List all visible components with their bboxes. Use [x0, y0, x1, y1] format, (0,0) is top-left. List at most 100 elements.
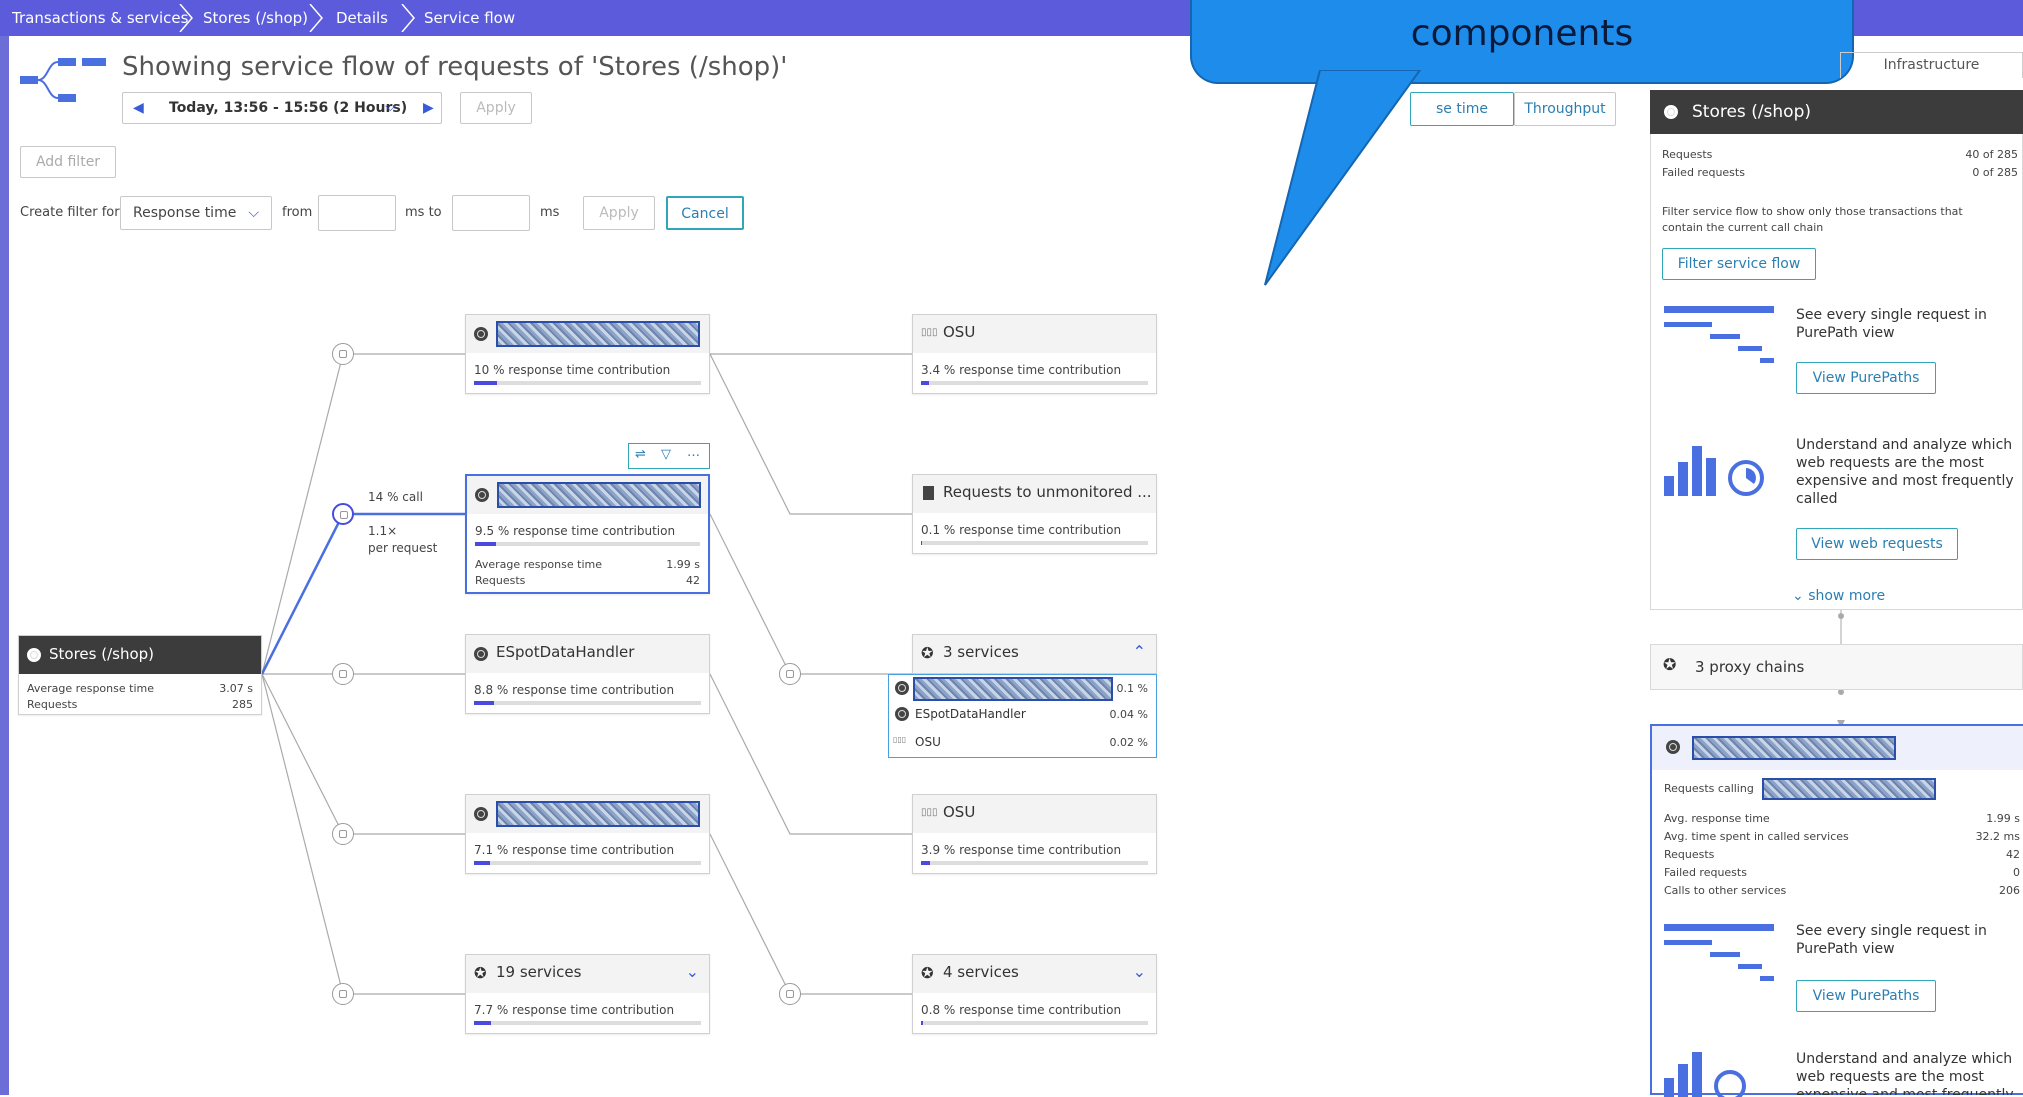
view-web-requests-button[interactable]: View web requests [1796, 528, 1958, 560]
call-node-icon[interactable] [332, 983, 354, 1005]
web-requests-icon [1664, 1052, 1746, 1097]
redacted-service-name [496, 321, 700, 347]
contribution-bar [474, 1021, 701, 1025]
service-node-selected[interactable]: 9.5 % response time contribution Average… [465, 474, 710, 594]
node-name: 19 services [496, 963, 582, 981]
service-node[interactable]: 7.1 % response time contribution [465, 794, 710, 874]
contribution-bar [474, 701, 701, 705]
chevron-down-icon[interactable]: ⌄ [1133, 962, 1146, 981]
filter-service-flow-button[interactable]: Filter service flow [1662, 248, 1816, 280]
requests-label: Requests [27, 698, 78, 711]
service-node-unmonitored[interactable]: Requests to unmonitored ... 0.1 % respon… [912, 474, 1157, 554]
expanded-services-list: 0.1 % ESpotDataHandler 0.04 % ▯▯▯ OSU 0.… [888, 674, 1157, 758]
contribution-bar [921, 1021, 1148, 1025]
call-node-icon[interactable] [779, 983, 801, 1005]
node-name: OSU [943, 323, 976, 341]
contribution-label: 10 % response time contribution [474, 363, 671, 377]
avg-response-label: Average response time [27, 682, 154, 695]
web-service-icon [1666, 740, 1680, 754]
service-node-osu[interactable]: ▯▯▯ OSU 3.4 % response time contribution [912, 314, 1157, 394]
service-node-espot[interactable]: ESpotDataHandler 8.8 % response time con… [465, 634, 710, 714]
web-requests-text: Understand and analyze which web request… [1796, 437, 2014, 507]
service-details-panel: Requests calling Avg. response time 1.99… [1650, 724, 2023, 1097]
web-service-icon [474, 647, 488, 661]
show-more-link[interactable]: ⌄ show more [1792, 588, 1885, 604]
source-node-name: Stores (/shop) [49, 645, 155, 663]
contribution-bar [921, 861, 1148, 865]
service-group-node[interactable]: ✪ 4 services ⌄ 0.8 % response time contr… [912, 954, 1157, 1034]
row-value: 0.04 % [1109, 708, 1148, 721]
contribution-label: 9.5 % response time contribution [475, 524, 676, 538]
more-icon[interactable]: … [687, 445, 700, 460]
time-spent-label: Avg. time spent in called services [1664, 830, 1849, 843]
contribution-bar [475, 542, 700, 546]
panel-requests-value: 40 of 285 [1965, 148, 2018, 161]
tab-response-time[interactable]: se time [1410, 92, 1514, 126]
services-group-icon: ✪ [921, 964, 934, 982]
requests-value: 42 [2006, 848, 2020, 861]
services-group-icon: ✪ [921, 644, 934, 662]
call-node-icon[interactable] [332, 823, 354, 845]
call-node-icon[interactable] [779, 663, 801, 685]
tab-throughput[interactable]: Throughput [1514, 92, 1616, 126]
failed-requests-label: Failed requests [1664, 866, 1747, 879]
calls-value: 206 [1999, 884, 2020, 897]
call-percent-label: 14 % call [368, 490, 423, 504]
node-name: Requests to unmonitored ... [943, 483, 1152, 501]
contribution-label: 3.9 % response time contribution [921, 843, 1122, 857]
purepath-icon [1664, 924, 1774, 981]
database-icon: ▯▯▯ [921, 327, 938, 338]
call-node-icon[interactable] [332, 343, 354, 365]
requests-value: 42 [686, 574, 700, 587]
view-purepaths-button[interactable]: View PurePaths [1796, 362, 1936, 394]
service-group-node[interactable]: ✪ 19 services ⌄ 7.7 % response time cont… [465, 954, 710, 1034]
flow-icon[interactable]: ⇌ [635, 447, 646, 462]
purepath-text: See every single request in PurePath vie… [1796, 307, 1987, 341]
redacted-service-name [1762, 778, 1936, 800]
row-name[interactable]: OSU [915, 735, 941, 749]
contribution-label: 7.1 % response time contribution [474, 843, 675, 857]
panel-failed-value: 0 of 285 [1972, 166, 2018, 179]
calls-label: Calls to other services [1664, 884, 1787, 897]
proxy-icon: ✪ [1663, 655, 1677, 674]
redacted-service-name [1692, 736, 1896, 760]
source-node-stores[interactable]: Stores (/shop) Average response time 3.0… [18, 635, 262, 715]
requests-label: Requests [475, 574, 526, 587]
web-service-icon [895, 681, 909, 695]
calls-per-request: 1.1× [368, 524, 398, 538]
contribution-bar [474, 381, 701, 385]
panel-title: Stores (/shop) [1692, 102, 1812, 122]
contribution-label: 0.1 % response time contribution [921, 523, 1122, 537]
panel-requests-label: Requests [1662, 148, 1713, 161]
proxy-chains-panel[interactable]: ✪ 3 proxy chains [1650, 644, 2023, 690]
web-service-icon [895, 707, 909, 721]
web-requests-icon [1664, 446, 1764, 496]
service-group-node-expanded[interactable]: ✪ 3 services ⌃ [912, 634, 1157, 674]
call-node-icon[interactable] [332, 663, 354, 685]
contribution-label: 3.4 % response time contribution [921, 363, 1122, 377]
web-service-icon [474, 327, 488, 341]
proxy-chains-label: 3 proxy chains [1695, 658, 1805, 676]
row-value: 0.02 % [1109, 736, 1148, 749]
redacted-service-name[interactable] [913, 677, 1113, 701]
row-name[interactable]: ESpotDataHandler [915, 707, 1026, 721]
panel-header: Stores (/shop) [1650, 90, 2023, 134]
filter-icon[interactable]: ▽ [661, 447, 671, 462]
web-requests-text: Understand and analyze which web request… [1796, 1051, 2014, 1095]
chevron-down-icon: ⌄ [1792, 588, 1809, 604]
service-node[interactable]: 10 % response time contribution [465, 314, 710, 394]
service-node-osu[interactable]: ▯▯▯ OSU 3.9 % response time contribution [912, 794, 1157, 874]
avg-response-label: Avg. response time [1664, 812, 1770, 825]
callout-text: components [1410, 13, 1634, 54]
node-name: 3 services [943, 643, 1019, 661]
node-name: ESpotDataHandler [496, 643, 635, 661]
requests-label: Requests [1664, 848, 1715, 861]
view-purepaths-button[interactable]: View PurePaths [1796, 980, 1936, 1012]
call-node-icon[interactable] [332, 503, 354, 525]
tab-infrastructure[interactable]: Infrastructure [1840, 52, 2023, 78]
database-icon: ▯▯▯ [893, 735, 907, 744]
web-service-icon [475, 488, 489, 502]
chevron-up-icon[interactable]: ⌃ [1133, 642, 1146, 661]
chevron-down-icon[interactable]: ⌄ [686, 962, 699, 981]
host-icon [923, 486, 934, 500]
